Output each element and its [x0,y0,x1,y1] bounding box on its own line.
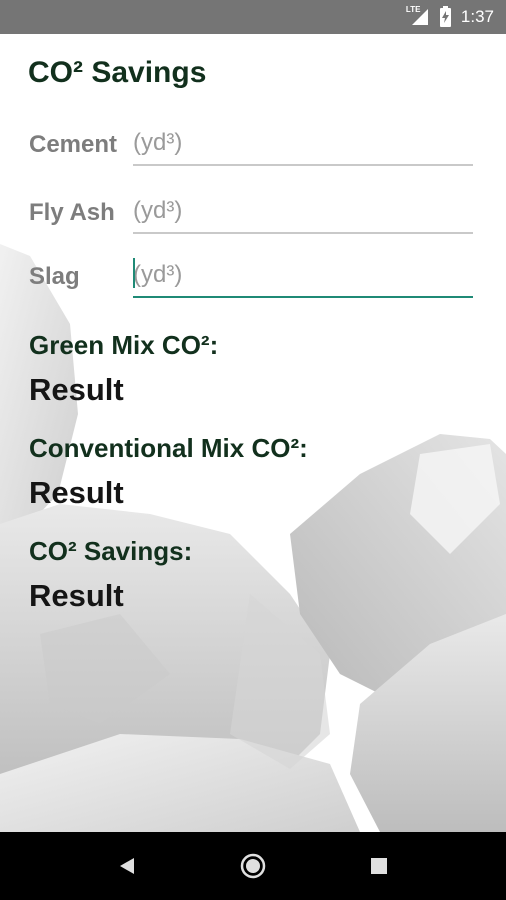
recents-button[interactable] [339,832,419,900]
cement-label: Cement [29,131,118,158]
lte-signal-icon: LTE [405,5,430,27]
co2-savings-label: CO² Savings: [29,536,193,566]
co2-savings-result: Result [29,578,124,613]
green-mix-label: Green Mix CO²: [29,330,219,360]
recents-icon [371,858,387,874]
status-time: 1:37 [460,7,494,26]
conventional-mix-result: Result [29,475,124,510]
battery-charging-icon [439,5,451,27]
back-button[interactable] [87,832,167,900]
slag-input[interactable] [133,258,473,298]
home-button[interactable] [213,832,293,900]
slag-label: Slag [29,263,80,290]
text-cursor [133,258,135,288]
navigation-bar [0,832,506,900]
back-icon [120,858,134,874]
fly-ash-label: Fly Ash [29,199,115,226]
cement-input[interactable] [133,126,473,166]
calculator-screen: CO² Savings Cement Fly Ash Slag Green Mi… [0,34,506,832]
green-mix-result: Result [29,372,124,407]
page-title: CO² Savings [28,56,207,89]
fly-ash-input[interactable] [133,194,473,234]
status-bar: LTE 1:37 [0,0,506,34]
status-icons: LTE 1:37 [405,0,494,34]
home-icon [240,853,266,879]
conventional-mix-label: Conventional Mix CO²: [29,433,308,463]
network-type-label: LTE [405,5,421,14]
